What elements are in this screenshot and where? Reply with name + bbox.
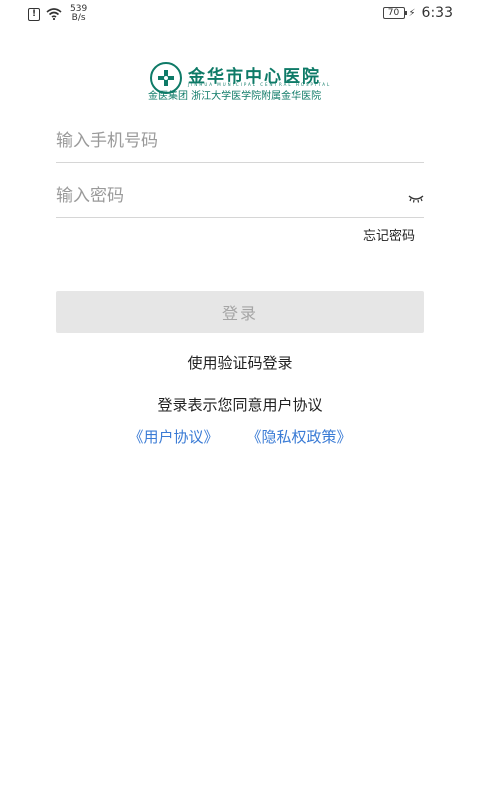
password-input[interactable] (56, 177, 386, 215)
status-bar: ! 539 B/s 70 ⚡ 6:33 (0, 0, 480, 26)
battery-icon: 70 (382, 7, 407, 19)
login-button[interactable]: 登录 (56, 291, 424, 333)
privacy-policy-link[interactable]: 《隐私权政策》 (247, 426, 352, 447)
clock: 6:33 (421, 5, 453, 21)
forgot-password-link[interactable]: 忘记密码 (363, 225, 415, 244)
agreement-text: 登录表示您同意用户协议 (157, 396, 323, 414)
wifi-icon (46, 8, 62, 20)
status-bar-right: 70 ⚡ 6:33 (382, 5, 453, 21)
network-speed-unit: B/s (71, 13, 86, 23)
phone-field (56, 122, 424, 163)
phone-input[interactable] (56, 122, 386, 160)
status-bar-left: ! 539 B/s (28, 5, 87, 23)
network-speed: 539 B/s (70, 5, 87, 23)
sms-login-link[interactable]: 使用验证码登录 (0, 352, 480, 373)
charging-icon: ⚡ (408, 7, 416, 19)
eye-closed-icon[interactable] (408, 189, 424, 203)
alert-icon: ! (28, 7, 40, 21)
user-agreement-link[interactable]: 《用户协议》 (128, 426, 218, 447)
hospital-subtitle: 金医集团 浙江大学医学院附属金华医院 (148, 91, 322, 102)
agreement-links: 《用户协议》 《隐私权政策》 (0, 426, 480, 447)
password-field (56, 177, 424, 218)
hospital-logo: 金华市中心医院 JINHUA MUNICIPAL CENTRAL HOSPITA… (148, 60, 336, 102)
